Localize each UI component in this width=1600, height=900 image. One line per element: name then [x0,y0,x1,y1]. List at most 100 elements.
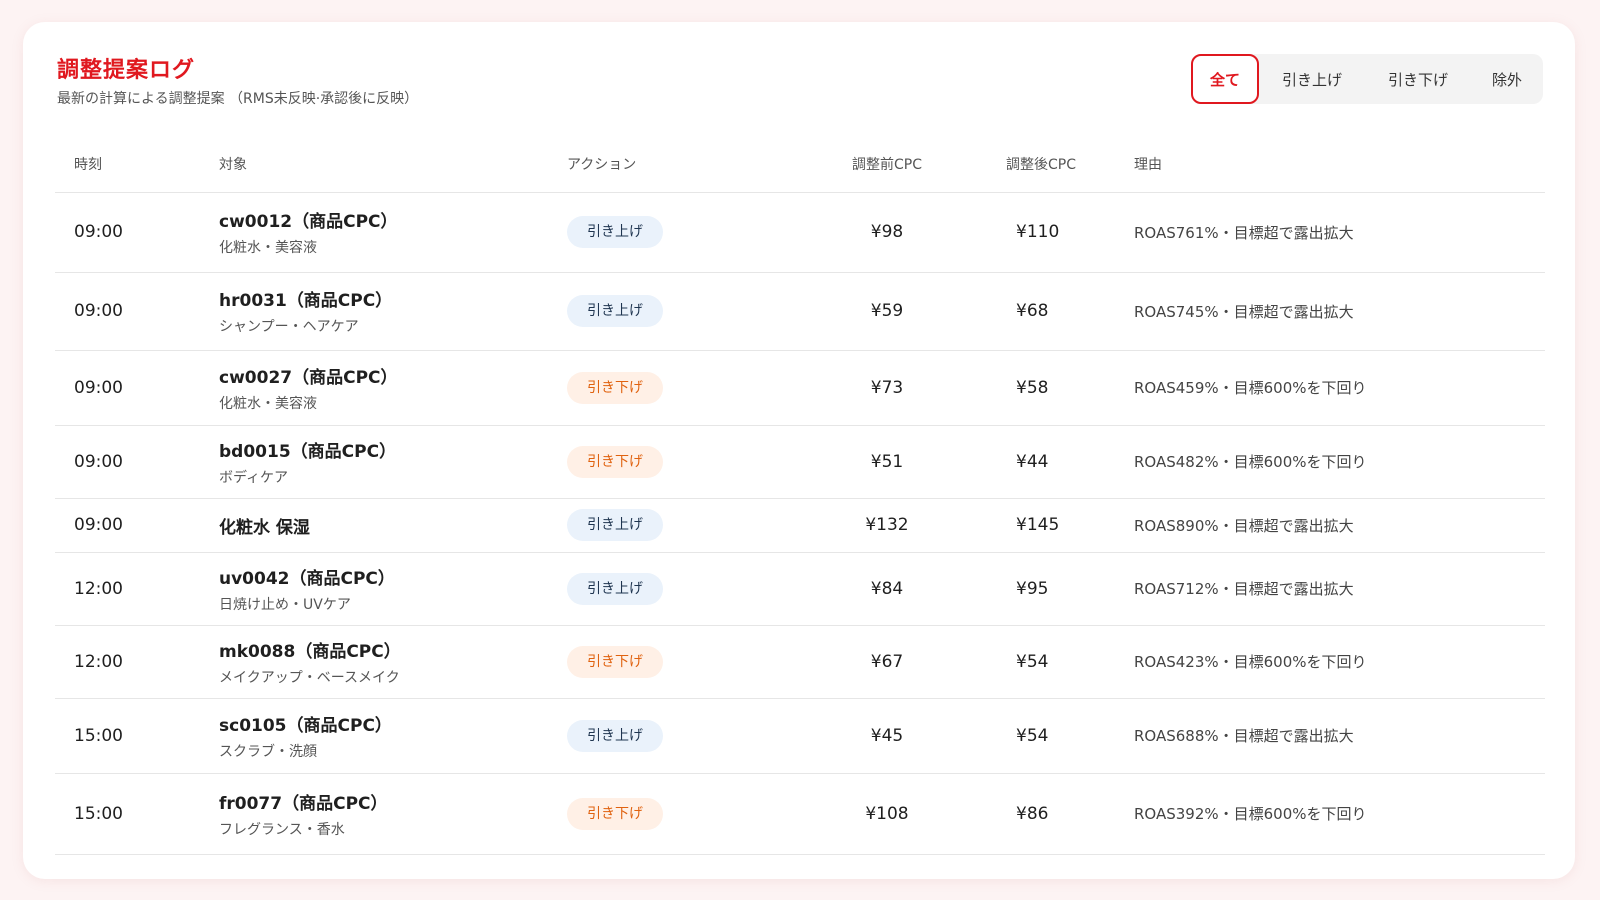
target-category: 化粧水・美容液 [219,240,317,256]
table-row: 09:00 化粧水 保湿 引き上げ ¥132 ¥145 ROAS890%・目標超で露出拡大 [55,498,1545,553]
cell-target: fr0077（商品CPC） フレグランス・香水 [219,773,567,855]
column-header-reason: 理由 [1134,132,1545,193]
table-header-row: 時刻 対象 アクション 調整前CPC 調整後CPC 理由 [55,132,1545,193]
action-badge: 引き上げ [567,719,663,752]
action-badge: 引き上げ [567,295,663,327]
table-row: 15:00 sc0105（商品CPC） スクラブ・洗顔 引き上げ ¥45 ¥54 ROAS6… [55,698,1545,774]
cell-reason: ROAS761%・目標超で露出拡大 [1134,192,1545,273]
table-row: 09:00 cw0012（商品CPC） 化粧水・美容液 引き上げ ¥98 ¥110 ROAS… [55,192,1545,273]
cell-before-cpc: ¥73 [772,350,1002,426]
target-name: cw0012（商品CPC） [219,212,398,232]
table-row: 12:00 uv0042（商品CPC） 日焼け止め・UVケア 引き上げ ¥84 ¥95 RO… [55,552,1545,626]
target-name: fr0077（商品CPC） [219,793,388,814]
cell-before-cpc: ¥51 [772,425,1002,499]
cell-time: 09:00 [55,272,219,351]
cell-target: uv0042（商品CPC） 日焼け止め・UVケア [219,552,567,626]
action-badge: 引き上げ [567,216,663,248]
cell-action: 引き上げ [567,552,772,626]
table-row: 09:00 hr0031（商品CPC） シャンプー・ヘアケア 引き上げ ¥59 ¥68 RO… [55,272,1545,351]
column-header-target: 対象 [219,132,567,193]
target-name: mk0088（商品CPC） [219,641,401,662]
page-title: 調整提案ログ [57,58,196,83]
cell-before-cpc: ¥98 [772,192,1002,273]
action-badge: 引き下げ [567,445,663,478]
cell-reason: ROAS482%・目標600%を下回り [1134,425,1545,499]
action-badge: 引き下げ [567,797,663,830]
adjustment-log-table: 時刻 対象 アクション 調整前CPC 調整後CPC 理由 09:00 cw0012… [55,132,1545,855]
cell-reason: ROAS712%・目標超で露出拡大 [1134,552,1545,626]
cell-time: 09:00 [55,192,219,273]
action-badge: 引き下げ [567,645,663,678]
action-badge: 引き上げ [567,572,663,605]
cell-reason: ROAS392%・目標600%を下回り [1134,773,1545,855]
cell-reason: ROAS890%・目標超で露出拡大 [1134,498,1545,553]
cell-time: 09:00 [55,350,219,426]
page-subtitle: 最新の計算による調整提案 （RMS未反映·承認後に反映） [57,91,419,107]
target-category: ボディケア [219,469,289,486]
column-header-time: 時刻 [55,132,219,193]
cell-time: 12:00 [55,625,219,699]
log-card: 調整提案ログ 最新の計算による調整提案 （RMS未反映·承認後に反映） 全て 引… [23,22,1575,879]
cell-action: 引き上げ [567,498,772,553]
target-name: uv0042（商品CPC） [219,568,395,589]
cell-after-cpc: ¥145 [1002,498,1134,553]
action-badge: 引き下げ [567,371,663,404]
target-category: メイクアップ・ベースメイク [219,669,400,686]
cell-target: sc0105（商品CPC） スクラブ・洗顔 [219,698,567,774]
cell-before-cpc: ¥132 [772,498,1002,553]
table-row: 15:00 fr0077（商品CPC） フレグランス・香水 引き下げ ¥108 ¥86 RO… [55,773,1545,855]
cell-action: 引き下げ [567,625,772,699]
cell-action: 引き下げ [567,773,772,855]
cell-reason: ROAS745%・目標超で露出拡大 [1134,272,1545,351]
cell-target: hr0031（商品CPC） シャンプー・ヘアケア [219,272,567,351]
cell-after-cpc: ¥110 [1002,192,1134,273]
cell-time: 09:00 [55,498,219,553]
cell-action: 引き下げ [567,350,772,426]
table-row: 09:00 bd0015（商品CPC） ボディケア 引き下げ ¥51 ¥44 ROAS482… [55,425,1545,499]
cell-before-cpc: ¥45 [772,698,1002,774]
cell-target: bd0015（商品CPC） ボディケア [219,425,567,499]
cell-after-cpc: ¥54 [1002,625,1134,699]
cell-time: 09:00 [55,425,219,499]
target-category: スクラブ・洗顔 [219,743,317,760]
cell-before-cpc: ¥67 [772,625,1002,699]
cell-after-cpc: ¥44 [1002,425,1134,499]
target-category: 日焼け止め・UVケア [219,596,351,613]
filter-lower-button[interactable]: 引き下げ [1365,54,1471,104]
cell-action: 引き上げ [567,698,772,774]
cell-reason: ROAS423%・目標600%を下回り [1134,625,1545,699]
cell-time: 12:00 [55,552,219,626]
filter-segmented-control: 全て 引き上げ 引き下げ 除外 [1191,54,1543,104]
target-category: シャンプー・ヘアケア [219,319,359,335]
column-header-action: アクション [567,132,772,193]
cell-before-cpc: ¥108 [772,773,1002,855]
cell-reason: ROAS459%・目標600%を下回り [1134,350,1545,426]
filter-all-button[interactable]: 全て [1191,54,1259,104]
cell-after-cpc: ¥68 [1002,272,1134,351]
target-name: bd0015（商品CPC） [219,441,397,462]
target-name: cw0027（商品CPC） [219,367,398,388]
cell-after-cpc: ¥86 [1002,773,1134,855]
table-row: 12:00 mk0088（商品CPC） メイクアップ・ベースメイク 引き下げ ¥67 ¥5… [55,625,1545,699]
filter-exclude-button[interactable]: 除外 [1471,54,1543,104]
cell-after-cpc: ¥95 [1002,552,1134,626]
action-badge: 引き上げ [567,509,663,541]
target-name: 化粧水 保湿 [219,517,310,538]
cell-target: cw0012（商品CPC） 化粧水・美容液 [219,192,567,273]
target-name: hr0031（商品CPC） [219,291,393,311]
cell-target: mk0088（商品CPC） メイクアップ・ベースメイク [219,625,567,699]
cell-action: 引き上げ [567,272,772,351]
cell-before-cpc: ¥59 [772,272,1002,351]
cell-target: 化粧水 保湿 [219,498,567,553]
target-name: sc0105（商品CPC） [219,715,392,736]
filter-raise-button[interactable]: 引き上げ [1259,54,1365,104]
table-row: 09:00 cw0027（商品CPC） 化粧水・美容液 引き下げ ¥73 ¥58 ROAS4… [55,350,1545,426]
column-header-after-cpc: 調整後CPC [1002,132,1134,193]
cell-before-cpc: ¥84 [772,552,1002,626]
target-category: フレグランス・香水 [219,821,345,838]
cell-action: 引き上げ [567,192,772,273]
target-category: 化粧水・美容液 [219,395,317,412]
cell-reason: ROAS688%・目標超で露出拡大 [1134,698,1545,774]
cell-time: 15:00 [55,773,219,855]
cell-after-cpc: ¥58 [1002,350,1134,426]
